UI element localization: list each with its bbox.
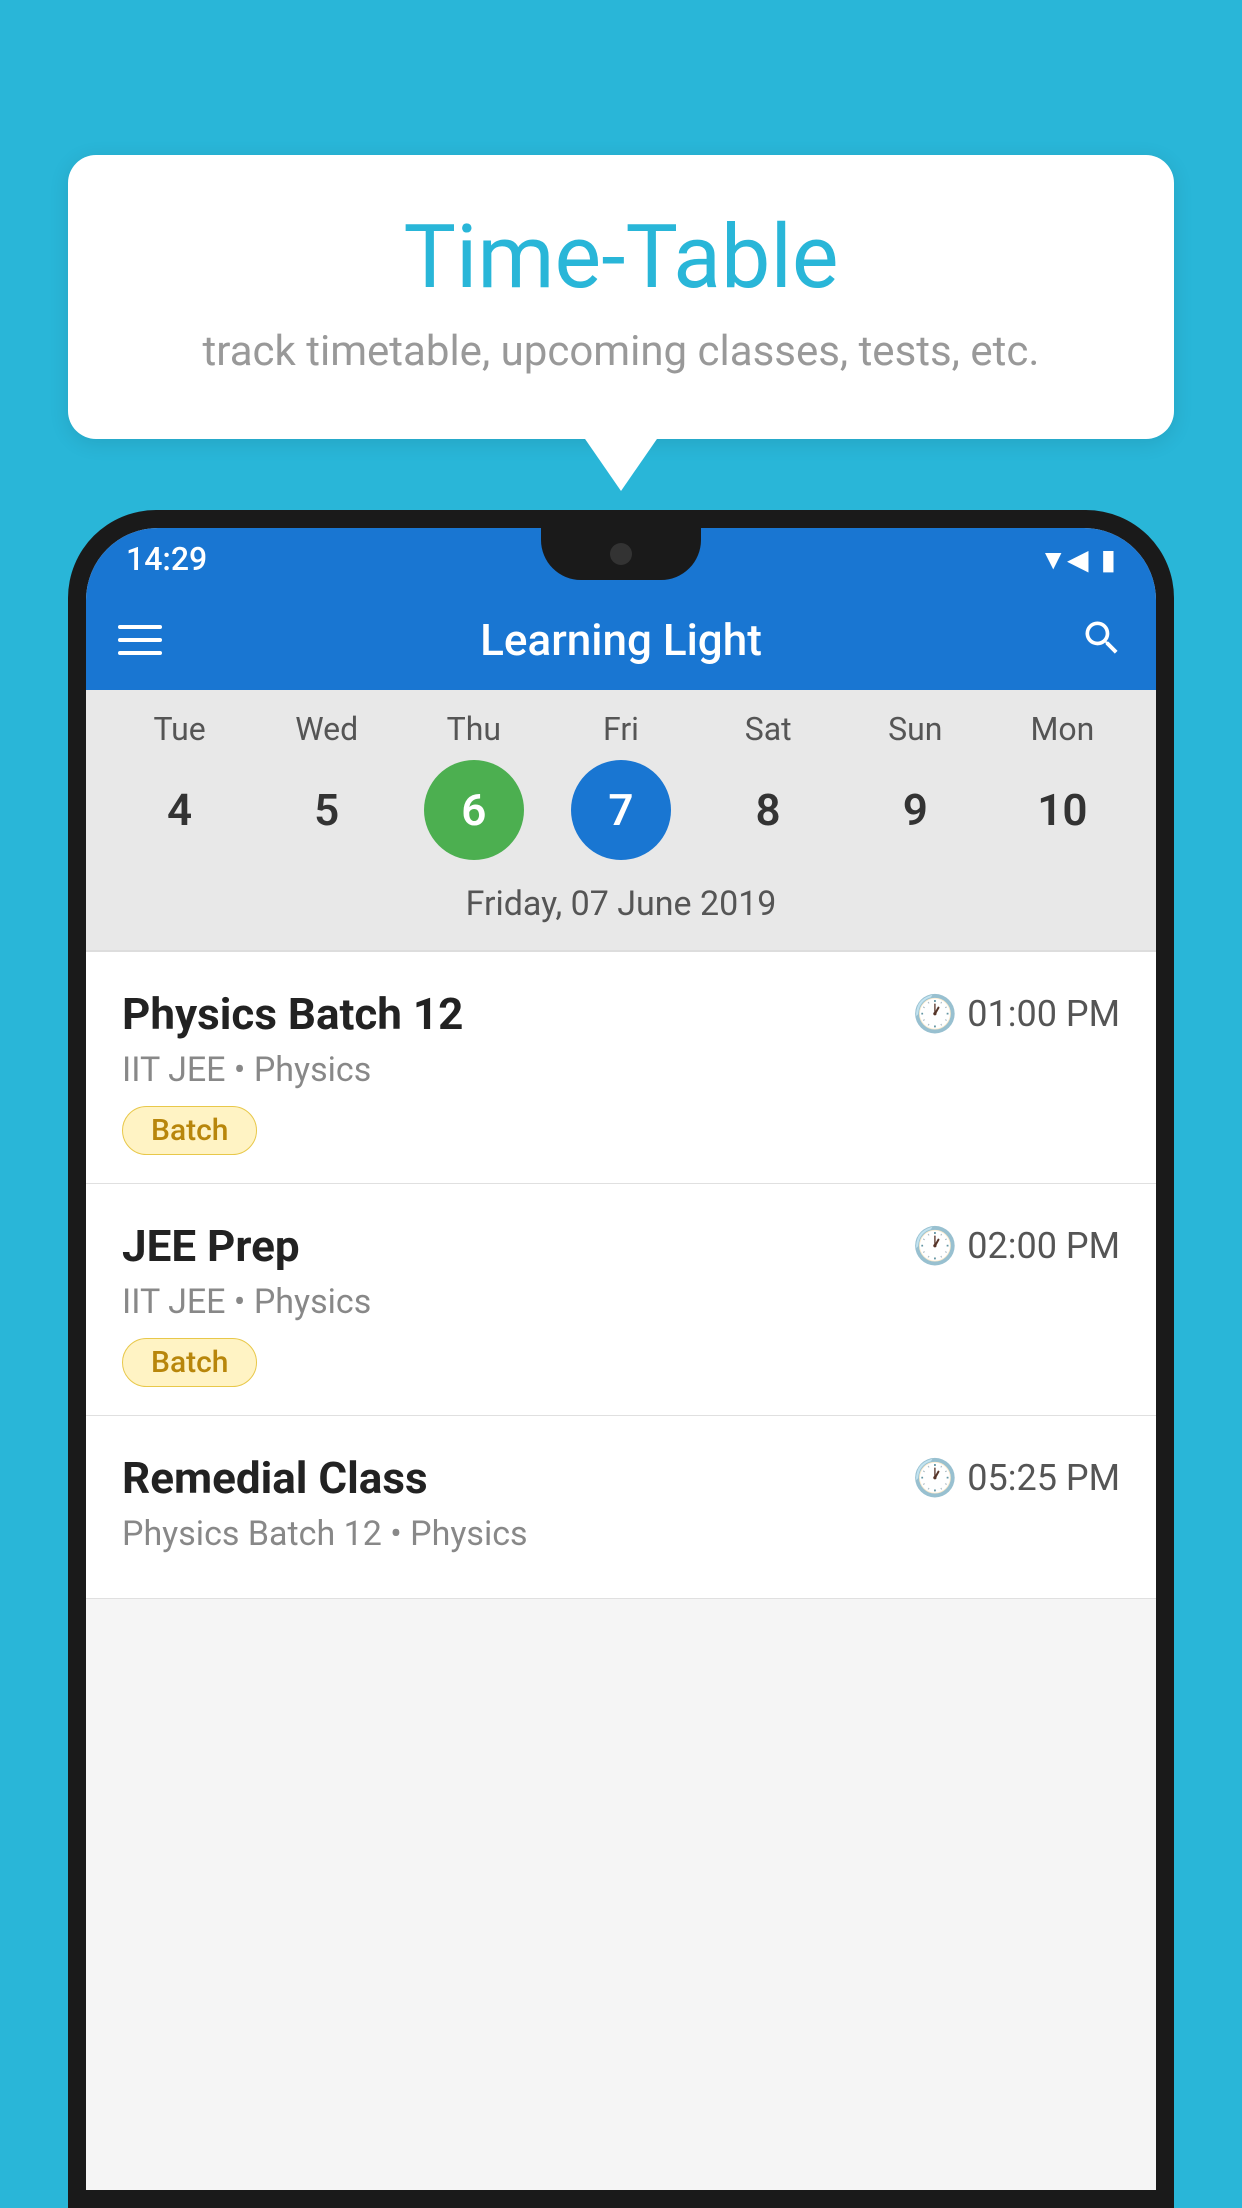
day-number-10[interactable]: 10 — [1012, 760, 1112, 860]
clock-icon-0: 🕐 — [912, 993, 957, 1035]
day-header-sun: Sun — [865, 710, 965, 748]
schedule-item-title-1: JEE Prep — [122, 1220, 300, 1272]
day-number-8[interactable]: 8 — [718, 760, 818, 860]
bubble-title: Time-Table — [128, 210, 1114, 307]
day-header-tue: Tue — [130, 710, 230, 748]
schedule-item-subtitle-1: IIT JEE • Physics — [122, 1282, 1120, 1322]
speech-bubble: Time-Table track timetable, upcoming cla… — [68, 155, 1174, 439]
day-header-thu: Thu — [424, 710, 524, 748]
clock-icon-2: 🕐 — [912, 1457, 957, 1499]
batch-badge-0: Batch — [122, 1106, 257, 1155]
day-header-wed: Wed — [277, 710, 377, 748]
batch-badge-1: Batch — [122, 1338, 257, 1387]
schedule-item-time-text-2: 05:25 PM — [967, 1457, 1120, 1499]
schedule-item-header-2: Remedial Class 🕐 05:25 PM — [122, 1452, 1120, 1504]
schedule-item-time-text-1: 02:00 PM — [967, 1225, 1120, 1267]
phone-mockup: 14:29 ▼◀ ▮ Learning Light — [68, 510, 1174, 2208]
schedule-item-title-2: Remedial Class — [122, 1452, 428, 1504]
app-bar-title: Learning Light — [186, 614, 1056, 666]
schedule-item-header-1: JEE Prep 🕐 02:00 PM — [122, 1220, 1120, 1272]
schedule-item-1[interactable]: JEE Prep 🕐 02:00 PM IIT JEE • Physics Ba… — [86, 1184, 1156, 1416]
schedule-item-2[interactable]: Remedial Class 🕐 05:25 PM Physics Batch … — [86, 1416, 1156, 1599]
search-icon[interactable] — [1080, 616, 1124, 664]
schedule-list: Physics Batch 12 🕐 01:00 PM IIT JEE • Ph… — [86, 952, 1156, 1599]
schedule-item-time-1: 🕐 02:00 PM — [912, 1225, 1120, 1267]
day-header-sat: Sat — [718, 710, 818, 748]
notch-camera — [610, 543, 632, 565]
hamburger-menu-icon[interactable] — [118, 625, 162, 655]
battery-icon: ▮ — [1101, 543, 1116, 576]
day-number-6[interactable]: 6 — [424, 760, 524, 860]
day-number-5[interactable]: 5 — [277, 760, 377, 860]
bubble-subtitle: track timetable, upcoming classes, tests… — [128, 325, 1114, 380]
selected-date-label: Friday, 07 June 2019 — [86, 876, 1156, 940]
hamburger-line-1 — [118, 625, 162, 629]
status-icons: ▼◀ ▮ — [1039, 543, 1116, 576]
schedule-item-time-2: 🕐 05:25 PM — [912, 1457, 1120, 1499]
phone-inner: 14:29 ▼◀ ▮ Learning Light — [86, 528, 1156, 2190]
status-time: 14:29 — [126, 540, 207, 578]
hamburger-line-3 — [118, 651, 162, 655]
notch — [541, 528, 701, 580]
schedule-item-header-0: Physics Batch 12 🕐 01:00 PM — [122, 988, 1120, 1040]
wifi-icon: ▼◀ — [1039, 543, 1088, 576]
status-bar: 14:29 ▼◀ ▮ — [86, 528, 1156, 590]
day-number-7[interactable]: 7 — [571, 760, 671, 860]
day-number-9[interactable]: 9 — [865, 760, 965, 860]
day-number-4[interactable]: 4 — [130, 760, 230, 860]
schedule-item-subtitle-2: Physics Batch 12 • Physics — [122, 1514, 1120, 1554]
day-numbers: 456789 10 — [86, 760, 1156, 860]
speech-bubble-container: Time-Table track timetable, upcoming cla… — [68, 155, 1174, 439]
hamburger-line-2 — [118, 638, 162, 642]
schedule-item-time-text-0: 01:00 PM — [967, 993, 1120, 1035]
day-header-mon: Mon — [1012, 710, 1112, 748]
app-bar: Learning Light — [86, 590, 1156, 690]
clock-icon-1: 🕐 — [912, 1225, 957, 1267]
phone-outer: 14:29 ▼◀ ▮ Learning Light — [68, 510, 1174, 2208]
day-header-fri: Fri — [571, 710, 671, 748]
schedule-item-0[interactable]: Physics Batch 12 🕐 01:00 PM IIT JEE • Ph… — [86, 952, 1156, 1184]
schedule-item-title-0: Physics Batch 12 — [122, 988, 463, 1040]
day-headers: Tue Wed Thu Fri Sat Sun Mon — [86, 710, 1156, 748]
schedule-item-subtitle-0: IIT JEE • Physics — [122, 1050, 1120, 1090]
schedule-item-time-0: 🕐 01:00 PM — [912, 993, 1120, 1035]
calendar-strip: Tue Wed Thu Fri Sat Sun Mon 456789 10 Friday, 0… — [86, 690, 1156, 950]
